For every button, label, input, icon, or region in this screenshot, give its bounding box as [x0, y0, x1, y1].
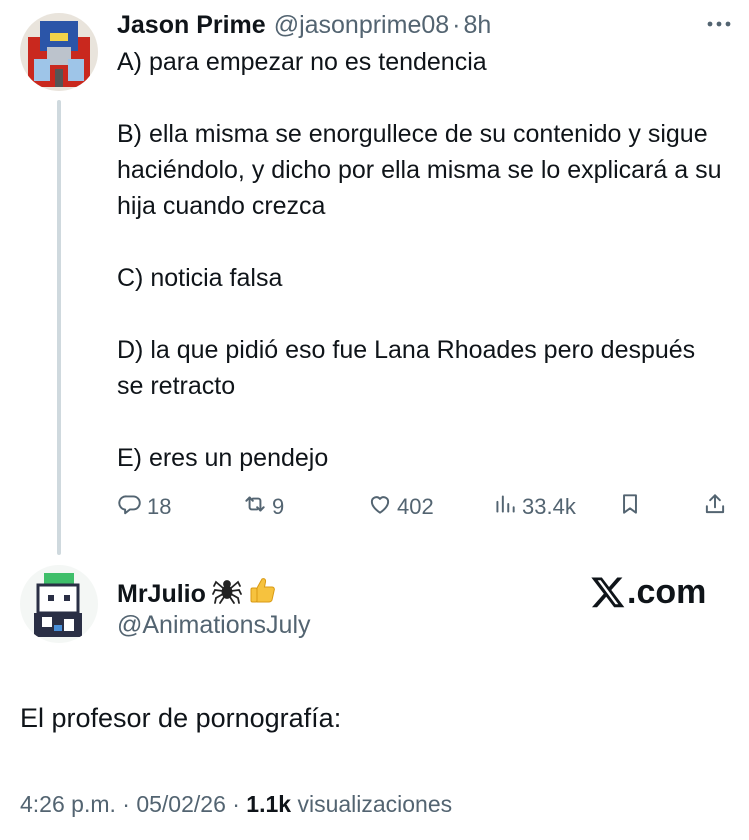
main-name-row: MrJulio — [117, 575, 278, 613]
paragraph-e: E) eres un pendejo — [117, 444, 329, 472]
spider-emoji-icon — [212, 575, 242, 613]
views-label: visualizaciones — [297, 791, 453, 817]
more-options-icon[interactable] — [705, 14, 733, 34]
parent-action-bar: 18 9 402 33.4k — [117, 490, 737, 524]
paragraph-b: B) ella misma se enorgullece de su conte… — [117, 120, 722, 220]
paragraph-a: A) para empezar no es tendencia — [117, 48, 487, 76]
repost-count: 9 — [272, 494, 285, 519]
share-button[interactable] — [702, 490, 728, 524]
meta-separator: · — [452, 11, 461, 39]
reply-count: 18 — [147, 494, 172, 519]
paragraph-d: D) la que pidió eso fue Lana Rhoades per… — [117, 336, 696, 400]
views-total: 1.1k — [246, 791, 292, 817]
thumbs-up-emoji-icon — [248, 575, 278, 613]
views-button[interactable]: 33.4k — [492, 490, 576, 524]
like-button[interactable]: 402 — [367, 490, 434, 524]
main-handle[interactable]: @AnimationsJuly — [117, 609, 311, 641]
tweet-footer: 4:26 p.m. · 05/02/26 · 1.1k visualizacio… — [20, 788, 452, 820]
watermark-text: .com — [627, 572, 707, 611]
x-logo-icon — [590, 574, 627, 610]
heart-icon — [367, 491, 393, 523]
thread-connector-line — [57, 100, 61, 555]
repost-icon — [242, 491, 268, 523]
repost-button[interactable]: 9 — [242, 490, 284, 524]
views-count: 33.4k — [522, 494, 576, 519]
main-avatar[interactable] — [20, 565, 98, 643]
reply-icon — [117, 491, 143, 523]
reply-button[interactable]: 18 — [117, 490, 171, 524]
parent-display-name[interactable]: Jason Prime — [117, 11, 266, 39]
parent-time[interactable]: 8h — [463, 11, 491, 39]
parent-handle[interactable]: @jasonprime08 — [274, 11, 449, 39]
share-icon — [702, 491, 728, 523]
parent-tweet-text: A) para empezar no es tendencia B) ella … — [117, 44, 727, 476]
views-chart-icon — [492, 491, 518, 523]
bookmark-icon — [617, 491, 643, 523]
main-tweet-text: El profesor de pornografía: — [20, 703, 342, 733]
paragraph-c: C) noticia falsa — [117, 264, 283, 292]
bookmark-button[interactable] — [617, 490, 643, 524]
parent-tweet-header: Jason Prime @jasonprime08 · 8h — [117, 10, 491, 40]
main-display-name[interactable]: MrJulio — [117, 578, 206, 610]
like-count: 402 — [397, 494, 434, 519]
x-watermark: .com — [590, 570, 706, 614]
parent-avatar[interactable] — [20, 13, 98, 91]
tweet-timestamp[interactable]: 4:26 p.m. · 05/02/26 · — [20, 791, 240, 817]
